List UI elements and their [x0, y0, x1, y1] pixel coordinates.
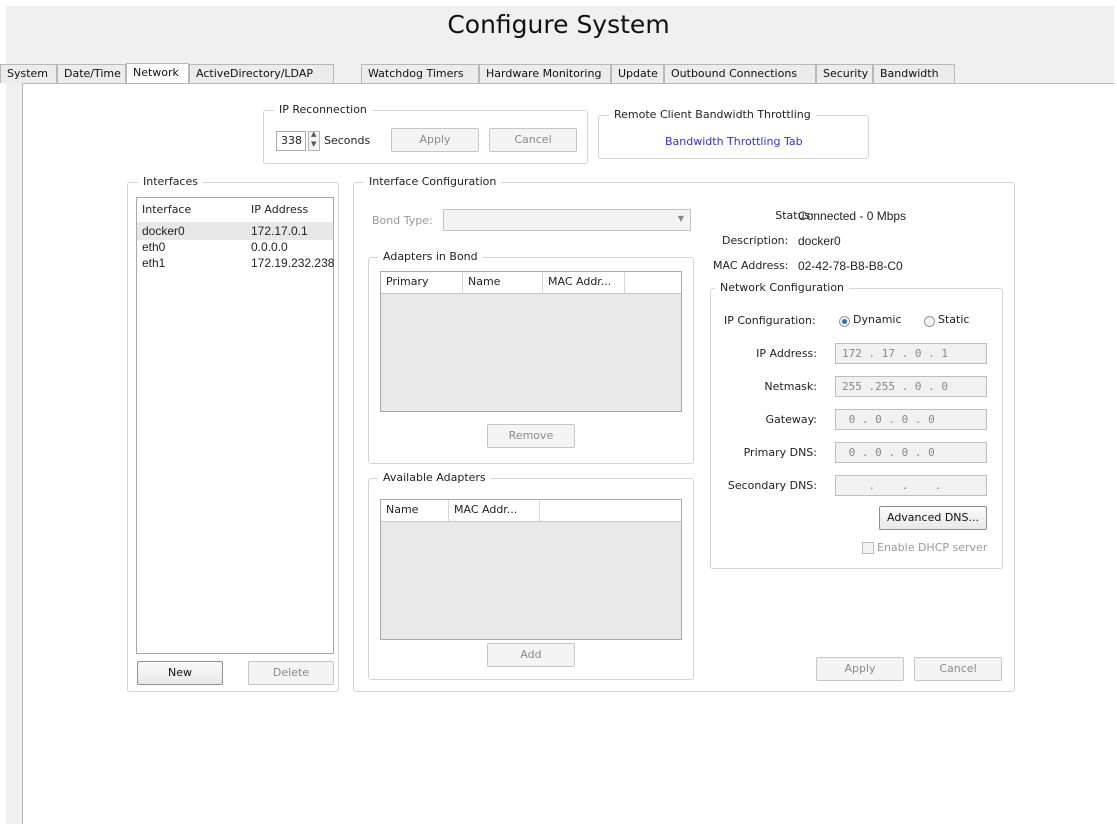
- adapters-in-bond-header: Primary Name MAC Addr...: [381, 272, 681, 294]
- tab-activedirectory-ldap[interactable]: ActiveDirectory/LDAP: [189, 64, 334, 83]
- advanced-dns-button[interactable]: Advanced DNS...: [879, 506, 987, 530]
- reconnection-seconds-input[interactable]: 338: [276, 131, 306, 151]
- ip-address-label: IP Address:: [756, 347, 817, 360]
- adapters-in-bond-label: Adapters in Bond: [378, 250, 483, 263]
- interface-configuration-group: Interface Configuration Bond Type: ▼ Ada…: [353, 175, 1015, 692]
- tab-hardware-monitoring[interactable]: Hardware Monitoring: [479, 64, 611, 83]
- network-panel: IP Reconnection 338 ▲ ▼ Seconds Apply Ca…: [22, 83, 1114, 824]
- delete-interface-button[interactable]: Delete: [248, 661, 334, 685]
- available-adapters-table: Name MAC Addr...: [380, 499, 682, 640]
- interfaces-table: Interface IP Address docker0 172.17.0.1 …: [136, 197, 334, 654]
- bandwidth-throttling-label: Remote Client Bandwidth Throttling: [609, 108, 816, 121]
- spinner-up-icon[interactable]: ▲: [311, 130, 316, 138]
- interface-ip: 172.17.0.1: [251, 224, 308, 238]
- tab-watchdog-timers[interactable]: Watchdog Timers: [361, 64, 479, 83]
- network-configuration-label: Network Configuration: [715, 281, 850, 294]
- mac-address-label: MAC Address:: [713, 259, 789, 272]
- col-name[interactable]: Name: [463, 272, 543, 293]
- description-value: docker0: [798, 234, 841, 248]
- table-row[interactable]: eth1 172.19.232.238: [137, 256, 335, 272]
- enable-dhcp-checkbox[interactable]: [862, 542, 874, 554]
- enable-dhcp-label: Enable DHCP server: [877, 541, 988, 554]
- table-row[interactable]: docker0 172.17.0.1: [137, 222, 333, 240]
- dynamic-radio[interactable]: [839, 316, 850, 327]
- adapters-in-bond-group: Adapters in Bond Primary Name MAC Addr..…: [368, 250, 694, 464]
- ip-address-field[interactable]: 172 . 17 . 0 . 1: [835, 343, 987, 364]
- available-adapters-label: Available Adapters: [378, 471, 491, 484]
- interface-name: eth1: [142, 256, 166, 270]
- tab-system[interactable]: System: [0, 64, 57, 83]
- static-radio-label[interactable]: Static: [938, 313, 969, 326]
- tab-security[interactable]: Security: [816, 64, 873, 83]
- status-value: Connected - 0 Mbps: [798, 209, 907, 223]
- tab-update[interactable]: Update: [611, 64, 664, 83]
- seconds-spinner[interactable]: ▲ ▼: [308, 130, 320, 151]
- config-cancel-button[interactable]: Cancel: [914, 657, 1002, 681]
- col-name[interactable]: Name: [381, 500, 449, 521]
- dynamic-radio-label[interactable]: Dynamic: [853, 313, 902, 326]
- tab-bandwidth[interactable]: Bandwidth: [873, 64, 955, 83]
- tab-date-time[interactable]: Date/Time: [57, 64, 126, 83]
- bond-type-label: Bond Type:: [372, 214, 433, 227]
- interfaces-group: Interfaces Interface IP Address docker0 …: [127, 175, 339, 692]
- primary-dns-field[interactable]: 0 . 0 . 0 . 0: [835, 442, 987, 463]
- network-configuration-group: Network Configuration IP Configuration: …: [710, 281, 1003, 569]
- available-adapters-header: Name MAC Addr...: [381, 500, 681, 522]
- tab-outbound-connections[interactable]: Outbound Connections: [664, 64, 816, 83]
- gateway-field[interactable]: 0 . 0 . 0 . 0: [835, 409, 987, 430]
- interface-name: eth0: [142, 240, 166, 254]
- bond-type-select[interactable]: ▼: [443, 209, 691, 231]
- ip-reconnection-group: IP Reconnection 338 ▲ ▼ Seconds Apply Ca…: [263, 103, 588, 164]
- adapters-in-bond-table: Primary Name MAC Addr...: [380, 271, 682, 412]
- interfaces-col-ip: IP Address: [251, 203, 309, 216]
- netmask-label: Netmask:: [764, 380, 817, 393]
- primary-dns-label: Primary DNS:: [743, 446, 817, 459]
- new-interface-button[interactable]: New: [137, 661, 223, 685]
- interface-name: docker0: [142, 224, 185, 238]
- secondary-dns-field[interactable]: . . .: [835, 475, 987, 496]
- interface-configuration-label: Interface Configuration: [364, 175, 502, 188]
- gateway-label: Gateway:: [765, 413, 818, 426]
- config-apply-button[interactable]: Apply: [816, 657, 904, 681]
- netmask-field[interactable]: 255 .255 . 0 . 0: [835, 376, 987, 397]
- interface-ip: 0.0.0.0: [251, 240, 288, 254]
- ip-configuration-label: IP Configuration:: [724, 314, 816, 327]
- col-mac-addr[interactable]: MAC Addr...: [543, 272, 625, 293]
- reconnection-apply-button[interactable]: Apply: [391, 128, 479, 152]
- mac-address-value: 02-42-78-B8-B8-C0: [798, 259, 903, 273]
- reconnection-cancel-button[interactable]: Cancel: [489, 128, 577, 152]
- table-row[interactable]: eth0 0.0.0.0: [137, 240, 333, 256]
- interface-ip: 172.19.232.238: [251, 256, 335, 270]
- spinner-down-icon[interactable]: ▼: [311, 140, 316, 148]
- col-primary[interactable]: Primary: [381, 272, 463, 293]
- static-radio[interactable]: [924, 316, 935, 327]
- available-adapters-group: Available Adapters Name MAC Addr... Add: [368, 471, 694, 680]
- bandwidth-throttling-link[interactable]: Bandwidth Throttling Tab: [665, 135, 803, 148]
- ip-reconnection-label: IP Reconnection: [274, 103, 372, 116]
- interfaces-col-interface: Interface: [142, 203, 192, 216]
- interfaces-label: Interfaces: [138, 175, 203, 188]
- add-adapter-button[interactable]: Add: [487, 643, 575, 667]
- chevron-down-icon: ▼: [677, 214, 684, 223]
- col-mac-addr[interactable]: MAC Addr...: [449, 500, 540, 521]
- page-title: Configure System: [447, 10, 670, 39]
- seconds-label: Seconds: [324, 134, 371, 147]
- bandwidth-throttling-group: Remote Client Bandwidth Throttling Bandw…: [598, 108, 869, 159]
- tab-network[interactable]: Network: [126, 63, 189, 84]
- description-label: Description:: [722, 234, 789, 247]
- secondary-dns-label: Secondary DNS:: [727, 479, 817, 492]
- remove-adapter-button[interactable]: Remove: [487, 424, 575, 448]
